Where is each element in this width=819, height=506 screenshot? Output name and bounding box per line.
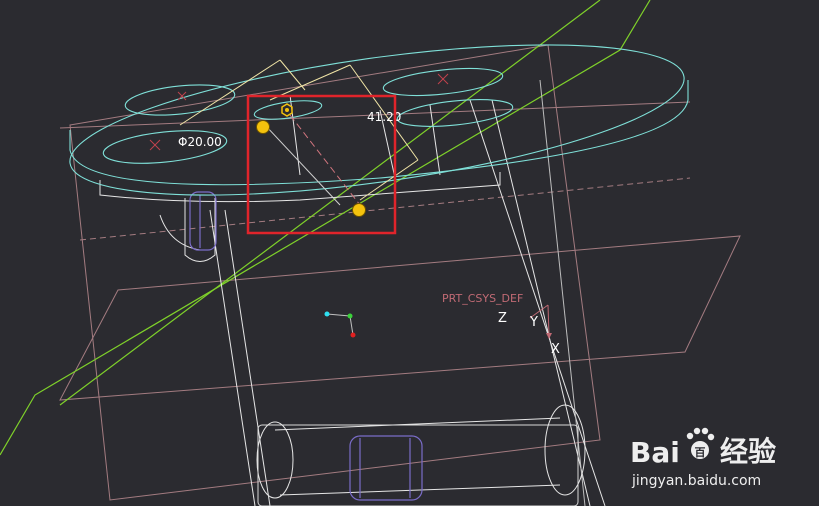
csys-label: PRT_CSYS_DEF [442, 292, 523, 305]
paw-icon: 百 [686, 427, 715, 459]
datum-axis-a1[interactable] [59, 0, 601, 406]
csys-axis-y-label: Y [529, 315, 538, 330]
center-handle-icon[interactable] [281, 103, 293, 117]
watermark-site-cn: 经验 [720, 435, 776, 468]
datum-plane-front[interactable] [59, 235, 741, 401]
view-triad-icon [324, 311, 356, 338]
cad-viewport[interactable]: Φ20.00 41.20 PRT_CSYS_DEF Z Y X Bai 百 经验… [0, 0, 819, 506]
watermark-brand: Bai [630, 436, 680, 469]
hidden-edges [189, 191, 423, 501]
csys-axis-x-label: X [551, 342, 560, 357]
datum-plane-top[interactable] [69, 44, 601, 501]
watermark-url: jingyan.baidu.com [631, 473, 761, 489]
csys-default[interactable]: PRT_CSYS_DEF Z Y X [442, 292, 560, 357]
watermark: Bai 百 经验 jingyan.baidu.com [630, 427, 776, 489]
csys-axis-z-label: Z [498, 311, 507, 326]
drag-handle-end[interactable] [352, 203, 366, 217]
diameter-dimension[interactable]: Φ20.00 [178, 135, 222, 149]
part-body-wireframe [99, 79, 606, 506]
drag-handle-start[interactable] [256, 120, 270, 134]
watermark-brand-suffix: 百 [695, 446, 706, 459]
